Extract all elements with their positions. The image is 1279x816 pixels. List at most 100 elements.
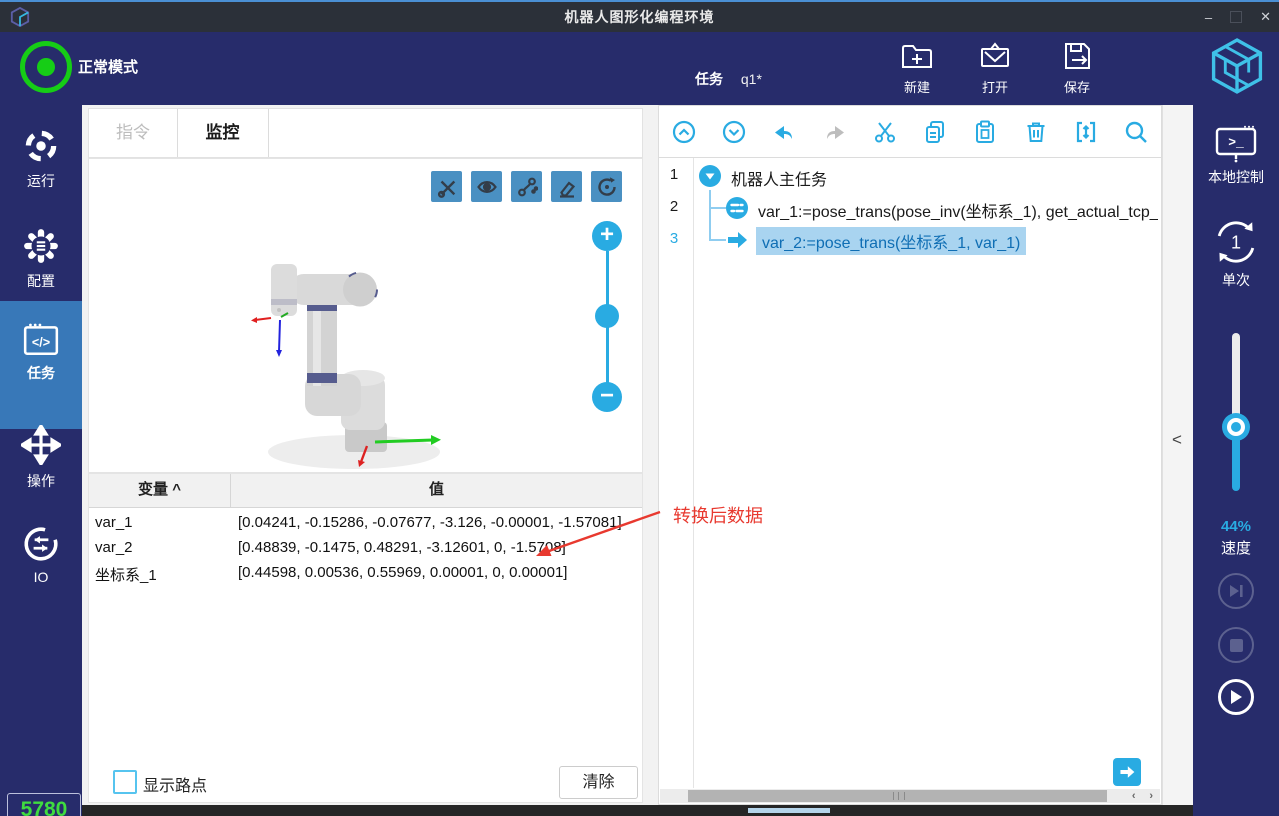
sidebar-item-label: 运行 — [0, 171, 82, 191]
stop-button[interactable] — [1218, 627, 1254, 663]
path-icon — [516, 176, 538, 198]
table-row[interactable]: var_2 [0.48839, -0.1475, 0.48291, -3.126… — [89, 536, 642, 561]
open-file-icon — [977, 38, 1013, 74]
step-over-button[interactable] — [1218, 573, 1254, 609]
trajectory-button[interactable] — [511, 171, 542, 202]
program-tree-panel: 1 机器人主任务 2 var_1:=pose_trans(pose_inv(坐标… — [658, 105, 1162, 805]
minimize-button[interactable]: – — [1205, 10, 1212, 25]
eye-icon — [476, 176, 498, 198]
save-icon — [1059, 38, 1095, 74]
show-waypoints-checkbox[interactable] — [113, 770, 137, 794]
variable-name: var_1 — [95, 514, 133, 531]
brand-logo-icon — [1211, 37, 1263, 95]
step-arrow-icon — [726, 229, 748, 251]
status-indicator — [20, 41, 72, 93]
tab-monitor[interactable]: 监控 — [177, 109, 269, 157]
scroll-left-button[interactable]: ‹ — [1132, 790, 1136, 802]
task-label: 任务 — [695, 71, 723, 87]
single-run-button[interactable]: 1 单次 — [1193, 218, 1279, 290]
save-button-label: 保存 — [1045, 77, 1109, 96]
variable-value: [0.44598, 0.00536, 0.55969, 0.00001, 0, … — [238, 564, 567, 581]
svg-text:</>: </> — [32, 335, 50, 349]
sort-caret-icon: ^ — [172, 481, 181, 498]
scroll-right-button[interactable]: › — [1149, 790, 1153, 802]
tools-button[interactable] — [431, 171, 462, 202]
copy-icon[interactable] — [922, 119, 948, 145]
bottom-bar — [82, 805, 1193, 816]
table-row[interactable]: var_1 [0.04241, -0.15286, -0.07677, -3.1… — [89, 511, 642, 536]
sidebar-item-run[interactable]: 运行 — [0, 117, 82, 211]
table-row[interactable]: 坐标系_1 [0.44598, 0.00536, 0.55969, 0.0000… — [89, 561, 642, 586]
zoom-slider-knob[interactable] — [595, 304, 619, 328]
collapse-all-icon[interactable] — [671, 119, 697, 145]
column-header-value[interactable]: 值 — [231, 474, 642, 507]
new-button[interactable]: 新建 — [885, 38, 949, 96]
run-step-button[interactable] — [1113, 758, 1141, 786]
local-control-icon: >_ — [1214, 125, 1258, 163]
local-control-button[interactable]: >_ 本地控制 — [1193, 125, 1279, 187]
rotate-icon — [596, 176, 618, 198]
maximize-button[interactable] — [1230, 11, 1242, 23]
task-value: q1* — [741, 71, 762, 87]
delete-icon[interactable] — [1023, 119, 1049, 145]
tab-instruction[interactable]: 指令 — [89, 109, 178, 157]
speed-percent: 44% — [1193, 518, 1279, 535]
redo-icon[interactable] — [822, 119, 848, 145]
scrollbar-thumb[interactable] — [688, 790, 1107, 802]
insert-icon[interactable] — [1073, 119, 1099, 145]
horizontal-scrollbar[interactable] — [660, 789, 1125, 803]
erase-button[interactable] — [551, 171, 582, 202]
task-field: 任务 q1* — [695, 69, 762, 89]
annotation-label: 转换后数据 — [673, 502, 763, 528]
program-line-text: var_1:=pose_trans(pose_inv(坐标系_1), get_a… — [758, 198, 1158, 222]
collapse-panel-handle[interactable]: < — [1172, 430, 1182, 450]
run-icon — [22, 127, 60, 165]
tools-icon — [436, 176, 458, 198]
zoom-out-button[interactable]: − — [592, 382, 622, 412]
column-header-variable[interactable]: 变量 ^ — [89, 474, 231, 507]
sidebar-item-io[interactable]: IO — [0, 515, 82, 609]
tree-collapse-icon[interactable] — [699, 165, 721, 187]
speed-slider-knob[interactable] — [1222, 413, 1250, 441]
new-file-icon — [899, 38, 935, 74]
variable-table-card: 变量 ^ 值 var_1 [0.04241, -0.15286, -0.0767… — [88, 473, 643, 803]
table-header: 变量 ^ 值 — [89, 474, 642, 508]
show-waypoints-label: 显示路点 — [143, 772, 207, 796]
play-button[interactable] — [1218, 679, 1254, 715]
io-icon — [22, 525, 60, 563]
sidebar-item-operate[interactable]: 操作 — [0, 417, 82, 509]
robot-3d-viewport[interactable]: + − — [88, 158, 643, 473]
clear-button[interactable]: 清除 — [559, 766, 638, 799]
program-line-1[interactable]: 1 机器人主任务 — [659, 163, 1161, 189]
search-icon[interactable] — [1123, 119, 1149, 145]
undo-icon[interactable] — [771, 119, 797, 145]
task-code-icon: </> — [22, 323, 60, 357]
program-line-2[interactable]: 2 var_1:=pose_trans(pose_inv(坐标系_1), get… — [659, 195, 1161, 221]
arrow-right-icon — [1118, 763, 1136, 781]
program-line-3-selected[interactable]: 3 var_2:=pose_trans(坐标系_1, var_1) — [659, 227, 1161, 253]
reset-view-button[interactable] — [591, 171, 622, 202]
mode-label: 正常模式 — [78, 56, 138, 77]
play-icon — [1229, 689, 1243, 705]
single-run-label: 单次 — [1193, 270, 1279, 290]
stop-icon — [1230, 639, 1243, 652]
expand-all-icon[interactable] — [721, 119, 747, 145]
settings-icon — [22, 227, 60, 265]
cut-icon[interactable] — [872, 119, 898, 145]
titlebar: 机器人图形化编程环境 – ✕ — [0, 2, 1279, 32]
svg-text:1: 1 — [1231, 233, 1241, 253]
zoom-in-button[interactable]: + — [592, 221, 622, 251]
sidebar-item-task[interactable]: </> 任务 — [0, 301, 82, 429]
open-button[interactable]: 打开 — [963, 38, 1027, 96]
sidebar-item-config[interactable]: 配置 — [0, 217, 82, 311]
variable-value: [0.48839, -0.1475, 0.48291, -3.12601, 0,… — [238, 539, 566, 556]
close-button[interactable]: ✕ — [1260, 9, 1271, 25]
bottom-scroll-indicator[interactable] — [748, 808, 830, 813]
sidebar-item-label: 任务 — [0, 363, 82, 383]
program-line-text: 机器人主任务 — [731, 166, 827, 190]
paste-icon[interactable] — [972, 119, 998, 145]
robot-arm-image — [249, 256, 449, 474]
sidebar-item-label: IO — [0, 569, 82, 585]
visibility-button[interactable] — [471, 171, 502, 202]
save-button[interactable]: 保存 — [1045, 38, 1109, 96]
